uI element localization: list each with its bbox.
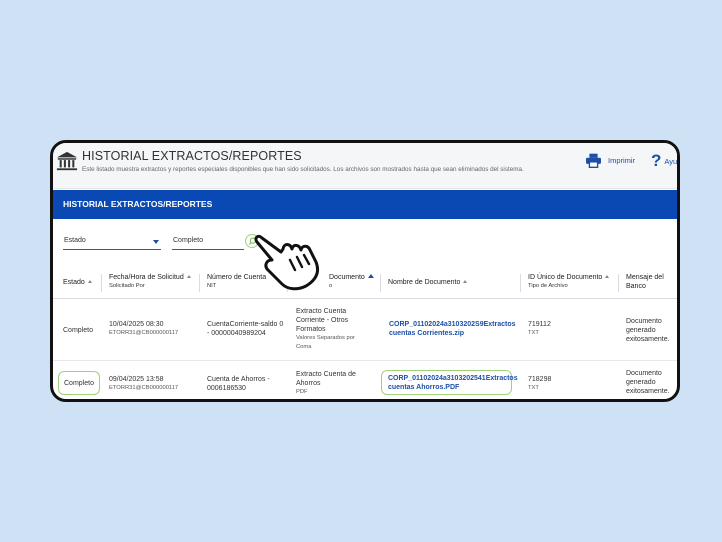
row-mensaje: Documento generado exitosamente. <box>626 370 670 395</box>
page-title: HISTORIAL EXTRACTOS/REPORTES <box>82 149 302 163</box>
print-button[interactable]: Imprimir <box>585 153 635 168</box>
help-icon: ? <box>651 151 662 170</box>
row-fecha: 10/04/2025 08:30 ETORR31@CB000000117 <box>109 320 178 338</box>
row-estado: Completo <box>58 371 100 395</box>
col-documento[interactable]: Documento o <box>329 273 374 291</box>
row-id-value: 719112 <box>528 321 551 328</box>
bank-icon <box>56 151 78 171</box>
browser-frame: HISTORIAL EXTRACTOS/REPORTES Este listad… <box>50 140 680 402</box>
document-download-link[interactable]: CORP_01102024a3103202S9Extractos cuentas… <box>389 320 517 338</box>
row-mensaje: Documento generado exitosamente. <box>626 318 670 343</box>
document-download-link[interactable]: CORP_01102024a3103202541Extractos cuenta… <box>381 370 518 395</box>
section-header: HISTORIAL EXTRACTOS/REPORTES <box>53 190 677 219</box>
column-divider <box>101 274 102 292</box>
section-title: HISTORIAL EXTRACTOS/REPORTES <box>63 199 213 209</box>
row-id: 719112 TXT <box>528 320 551 338</box>
table-row: Completo 10/04/2025 08:30 ETORR31@CB0000… <box>53 300 677 361</box>
row-tipo: TXT <box>528 330 539 336</box>
filter-value-input[interactable]: Completo <box>172 235 244 250</box>
filter-field-select[interactable]: Estado <box>63 235 161 250</box>
row-solicitante: ETORR31@CB000000117 <box>109 330 179 336</box>
col-documento-label: Documento <box>329 274 365 281</box>
column-divider <box>199 274 200 292</box>
row-cuenta: Cuenta de Ahorros - 0006186530 <box>207 376 270 392</box>
col-documento-sub: o <box>329 283 333 289</box>
row-documento-value: Extracto Cuenta Corriente - Otros Format… <box>296 308 349 333</box>
page-subtitle: Este listado muestra extractos y reporte… <box>82 166 524 173</box>
filter-field-value: Estado <box>64 237 86 244</box>
column-divider <box>380 274 381 292</box>
row-fecha: 09/04/2025 13:58 ETORR31@CB000000117 <box>109 375 178 393</box>
column-divider <box>520 274 521 292</box>
filter-value-text: Completo <box>173 237 203 244</box>
caret-down-icon <box>153 240 159 244</box>
page-header: HISTORIAL EXTRACTOS/REPORTES Este listad… <box>53 143 677 189</box>
row-cuenta: CuentaCorriente-saldo 0 - 00000040989204 <box>207 321 284 337</box>
sort-icon <box>605 275 610 278</box>
col-estado[interactable]: Estado <box>63 278 92 287</box>
table-row: Completo 09/04/2025 13:58 ETORR31@CB0000… <box>53 361 677 399</box>
col-fecha-label: Fecha/Hora de Solicitud <box>109 274 184 281</box>
pointing-hand-icon <box>254 234 320 291</box>
row-documento-formato: PDF <box>296 389 308 395</box>
row-documento: Extracto Cuenta Corriente - Otros Format… <box>296 307 370 352</box>
row-id: 718298 TXT <box>528 375 551 393</box>
row-estado: Completo <box>63 327 93 334</box>
sort-active-icon <box>367 274 374 278</box>
sort-icon <box>87 280 92 283</box>
printer-icon <box>586 153 601 168</box>
column-divider <box>618 274 619 292</box>
help-button[interactable]: ? Ayud <box>651 151 680 171</box>
col-estado-label: Estado <box>63 279 85 286</box>
col-nombre-label: Nombre de Documento <box>388 279 461 286</box>
col-mensaje-label: Mensaje del Banco <box>626 274 664 290</box>
row-documento-formato: Valores Separados por Coma <box>296 335 355 350</box>
col-nombre[interactable]: Nombre de Documento <box>388 278 468 287</box>
col-id-sub: Tipo de Archivo <box>528 283 568 289</box>
col-fecha[interactable]: Fecha/Hora de Solicitud Solicitado Por <box>109 273 191 291</box>
table-header: Estado Fecha/Hora de Solicitud Solicitad… <box>53 268 677 299</box>
row-documento: Extracto Cuenta de Ahorros PDF <box>296 370 370 397</box>
col-mensaje[interactable]: Mensaje del Banco <box>626 273 676 291</box>
col-fecha-sub: Solicitado Por <box>109 283 145 289</box>
row-fecha-value: 09/04/2025 13:58 <box>109 376 164 383</box>
print-label: Imprimir <box>608 156 636 165</box>
row-solicitante: ETORR31@CB000000117 <box>109 385 179 391</box>
help-label: Ayud <box>664 156 680 166</box>
row-tipo: TXT <box>528 385 539 391</box>
row-documento-value: Extracto Cuenta de Ahorros <box>296 371 356 387</box>
col-id-label: ID Único de Documento <box>528 274 603 281</box>
row-id-value: 718298 <box>528 376 552 383</box>
row-fecha-value: 10/04/2025 08:30 <box>109 321 164 328</box>
sort-icon <box>463 280 468 283</box>
sort-icon <box>186 275 191 278</box>
col-id[interactable]: ID Único de Documento Tipo de Archivo <box>528 273 610 291</box>
